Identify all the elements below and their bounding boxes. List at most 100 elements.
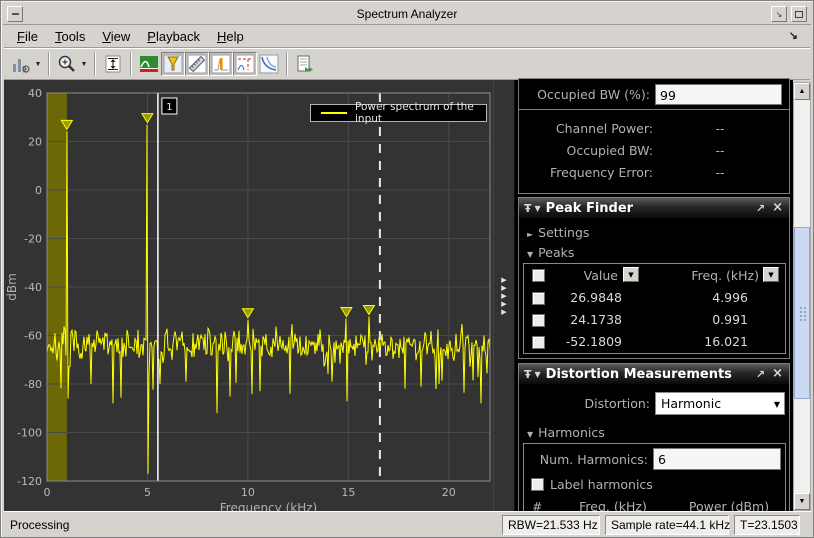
distortion-icon bbox=[211, 54, 231, 74]
peak-finder-button[interactable] bbox=[161, 52, 185, 76]
sidebar-scrollbar[interactable]: ▲ ▼ bbox=[793, 82, 811, 511]
plot-legend: Power spectrum of the input bbox=[310, 104, 487, 122]
harmonics-box: Num. Harmonics: Label harmonics # Freq. … bbox=[523, 443, 786, 512]
collapsed-arrow-icon: ► bbox=[527, 230, 533, 239]
svg-text:-100: -100 bbox=[17, 427, 42, 440]
svg-text:-20: -20 bbox=[24, 233, 42, 246]
svg-text:dBm: dBm bbox=[5, 273, 19, 301]
expand-arrow-icon: ▶ bbox=[494, 301, 514, 309]
spectral-mask-button[interactable] bbox=[233, 52, 257, 76]
undock-icon[interactable]: ↗ bbox=[756, 368, 765, 381]
expand-arrow-icon: ▶ bbox=[494, 277, 514, 285]
collapse-icon[interactable]: ▼ bbox=[535, 204, 541, 213]
menu-tools[interactable]: Tools bbox=[55, 29, 85, 44]
scrollbar-thumb[interactable] bbox=[794, 227, 810, 399]
menu-view[interactable]: View bbox=[102, 29, 130, 44]
expand-arrow-icon: ▶ bbox=[494, 285, 514, 293]
status-sample-rate: Sample rate=44.1 kHz bbox=[605, 515, 729, 535]
panel-splitter[interactable]: ▶ ▶ ▶ ▶ ▶ bbox=[493, 80, 515, 511]
num-harmonics-input[interactable] bbox=[653, 448, 781, 470]
menu-file[interactable]: File bbox=[17, 29, 38, 44]
undock-icon[interactable]: ↗ bbox=[756, 202, 765, 215]
svg-text:-120: -120 bbox=[17, 475, 42, 488]
expanded-arrow-icon: ▼ bbox=[527, 430, 533, 439]
scrollbar-grip bbox=[799, 306, 807, 322]
scroll-down-button[interactable]: ▼ bbox=[794, 493, 810, 510]
distortion-type-select[interactable]: Harmonic ▼ bbox=[655, 392, 785, 415]
svg-text:1: 1 bbox=[166, 102, 172, 113]
minimize-icon bbox=[12, 13, 19, 15]
peak-finder-panel: Ŧ ▼ Peak Finder ↗ × ►Settings ▼Peaks Val… bbox=[518, 197, 790, 359]
channel-measurements-panel: Occupied BW (%): Channel Power: -- Occup… bbox=[518, 78, 790, 194]
chevron-down-icon: ▼ bbox=[774, 400, 780, 409]
peak-finder-header[interactable]: Ŧ ▼ Peak Finder ↗ × bbox=[519, 198, 789, 218]
statusbar: Processing RBW=21.533 Hz Sample rate=44.… bbox=[4, 511, 812, 537]
splitter-expand-arrows[interactable]: ▶ ▶ ▶ ▶ ▶ bbox=[494, 277, 514, 317]
spectrum-analyzer-window: Spectrum Analyzer ↘ File Tools View Play… bbox=[0, 0, 814, 538]
status-rbw: RBW=21.533 Hz bbox=[502, 515, 600, 535]
svg-text:40: 40 bbox=[28, 87, 42, 100]
close-icon[interactable]: × bbox=[772, 202, 783, 214]
svg-text:-60: -60 bbox=[24, 330, 42, 343]
frequency-error-value: -- bbox=[705, 165, 735, 180]
window-menu-button[interactable] bbox=[7, 6, 23, 22]
measurement-sidebar: Occupied BW (%): Channel Power: -- Occup… bbox=[515, 80, 793, 511]
occupied-bw-value: -- bbox=[705, 143, 735, 158]
pin-icon[interactable]: Ŧ bbox=[524, 368, 532, 381]
window-title: Spectrum Analyzer bbox=[3, 3, 811, 25]
zoom-dropdown-arrow[interactable]: ▼ bbox=[79, 61, 89, 68]
scroll-up-button[interactable]: ▲ bbox=[794, 83, 810, 100]
svg-text:0: 0 bbox=[44, 486, 51, 499]
dock-arrow-icon: ↘ bbox=[776, 10, 783, 19]
zoom-in-icon bbox=[57, 54, 77, 74]
ccdf-icon bbox=[259, 54, 279, 74]
export-script-icon bbox=[295, 54, 315, 74]
distortion-header[interactable]: Ŧ ▼ Distortion Measurements ↗ × bbox=[519, 364, 789, 384]
label-harmonics-checkbox[interactable] bbox=[531, 478, 544, 491]
label-harmonics-label: Label harmonics bbox=[550, 477, 653, 492]
spectrum-settings-button[interactable] bbox=[137, 52, 161, 76]
spectrum-trace-canvas[interactable]: 10510152040200-20-40-60-80-100-120Freque… bbox=[4, 80, 493, 511]
collapse-icon[interactable]: ▼ bbox=[535, 370, 541, 379]
spectral-mask-icon bbox=[235, 54, 255, 74]
ccdf-button[interactable] bbox=[257, 52, 281, 76]
spectrum-icon bbox=[139, 54, 159, 74]
close-icon[interactable]: × bbox=[772, 368, 783, 380]
pin-icon[interactable]: Ŧ bbox=[524, 202, 532, 215]
channel-power-label: Channel Power: bbox=[519, 121, 653, 136]
settings-section-toggle[interactable]: ►Settings bbox=[527, 225, 589, 240]
svg-text:5: 5 bbox=[144, 486, 151, 499]
distortion-button[interactable] bbox=[209, 52, 233, 76]
svg-text:10: 10 bbox=[241, 486, 255, 499]
measure-button[interactable] bbox=[185, 52, 209, 76]
menu-help[interactable]: Help bbox=[217, 29, 244, 44]
configuration-icon: ⚙ bbox=[11, 54, 31, 74]
svg-text:15: 15 bbox=[341, 486, 355, 499]
configuration-dropdown-arrow[interactable]: ▼ bbox=[33, 61, 43, 68]
spectrum-plot[interactable]: 10510152040200-20-40-60-80-100-120Freque… bbox=[4, 80, 493, 511]
window-maximize-button[interactable] bbox=[791, 6, 807, 22]
peak-value: -52.1809 bbox=[540, 334, 622, 349]
zoom-button[interactable] bbox=[55, 52, 79, 76]
window-dock-button[interactable]: ↘ bbox=[771, 6, 787, 22]
peaks-table: Value ▼ Freq. (kHz) ▼ 26.9848 4.996 24.1… bbox=[523, 263, 786, 354]
export-button[interactable] bbox=[293, 52, 317, 76]
distortion-measurements-panel: Ŧ ▼ Distortion Measurements ↗ × Distorti… bbox=[518, 363, 790, 512]
configuration-button[interactable]: ⚙ bbox=[9, 52, 33, 76]
occupied-bw-label: Occupied BW: bbox=[519, 143, 653, 158]
legend-line-swatch bbox=[321, 112, 347, 114]
value-sort-dropdown[interactable]: ▼ bbox=[623, 267, 639, 282]
span-button[interactable] bbox=[101, 52, 125, 76]
freq-sort-dropdown[interactable]: ▼ bbox=[763, 267, 779, 282]
peak-freq: 16.021 bbox=[670, 334, 748, 349]
expanded-arrow-icon: ▼ bbox=[527, 250, 533, 259]
value-column-header: Value bbox=[538, 268, 618, 283]
peak-finder-icon bbox=[163, 54, 183, 74]
svg-text:Frequency (kHz): Frequency (kHz) bbox=[220, 501, 317, 511]
menu-playback[interactable]: Playback bbox=[147, 29, 200, 44]
harmonics-section-toggle[interactable]: ▼Harmonics bbox=[527, 425, 605, 440]
menubar: File Tools View Playback Help ↘ bbox=[4, 26, 810, 48]
occupied-bw-pct-input[interactable] bbox=[655, 84, 782, 105]
peaks-section-toggle[interactable]: ▼Peaks bbox=[527, 245, 574, 260]
menubar-dock-icon[interactable]: ↘ bbox=[789, 29, 798, 42]
